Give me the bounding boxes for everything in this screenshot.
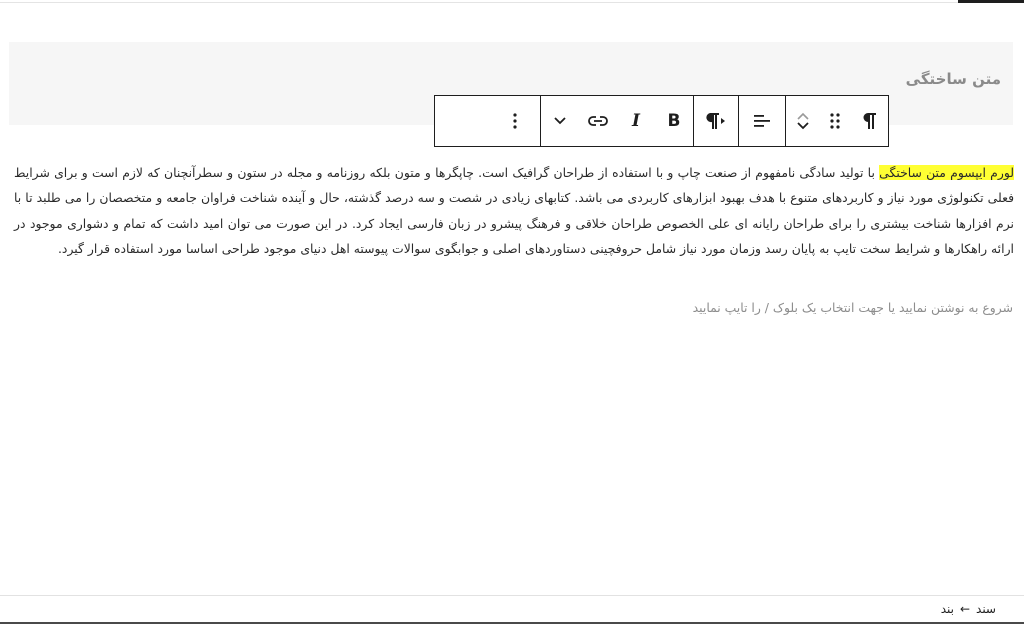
move-block-buttons[interactable] xyxy=(786,96,820,146)
align-icon xyxy=(752,113,772,129)
drag-handle-button[interactable] xyxy=(820,96,850,146)
more-formats-button[interactable] xyxy=(541,96,579,146)
italic-icon: I xyxy=(632,111,640,131)
toolbar-group-align xyxy=(738,96,785,146)
text-direction-icon xyxy=(705,112,727,130)
toolbar-group-format: B I xyxy=(540,96,693,146)
chevron-down-icon xyxy=(553,116,567,126)
breadcrumb-document[interactable]: سند xyxy=(976,602,996,616)
paragraph-text[interactable]: با تولید سادگی نامفهوم از صنعت چاپ و با … xyxy=(14,165,1014,256)
block-toolbar: B I xyxy=(434,95,889,147)
align-button[interactable] xyxy=(739,96,785,146)
bold-icon: B xyxy=(667,111,681,131)
block-appender-placeholder[interactable]: شروع به نوشتن نمایید یا جهت انتخاب یک بل… xyxy=(693,300,1013,315)
drag-handle-icon xyxy=(829,112,841,130)
footer-breadcrumb-bar: سند ← بند xyxy=(0,595,1024,624)
page-title[interactable]: متن ساختگی xyxy=(906,70,1001,88)
more-options-icon xyxy=(512,112,518,130)
highlighted-text[interactable]: لورم ایپسوم متن ساختگی xyxy=(879,165,1014,180)
more-options-button[interactable] xyxy=(490,96,540,146)
paragraph-icon xyxy=(860,111,878,131)
breadcrumb-block[interactable]: بند xyxy=(941,602,954,616)
paragraph-block[interactable]: لورم ایپسوم متن ساختگی با تولید سادگی نا… xyxy=(14,160,1014,261)
link-button[interactable] xyxy=(579,96,617,146)
text-direction-button[interactable] xyxy=(694,96,738,146)
toolbar-group-direction xyxy=(693,96,738,146)
toolbar-group-block xyxy=(785,96,888,146)
toolbar-group-more xyxy=(490,96,540,146)
breadcrumb: سند ← بند xyxy=(941,602,996,616)
move-down-icon[interactable] xyxy=(796,121,810,131)
link-icon xyxy=(587,115,609,127)
top-border xyxy=(0,0,1024,3)
move-up-icon[interactable] xyxy=(796,111,810,121)
top-accent xyxy=(958,0,1024,3)
bold-button[interactable]: B xyxy=(655,96,693,146)
paragraph-block-button[interactable] xyxy=(850,96,888,146)
italic-button[interactable]: I xyxy=(617,96,655,146)
arrow-left-icon: ← xyxy=(959,602,971,616)
